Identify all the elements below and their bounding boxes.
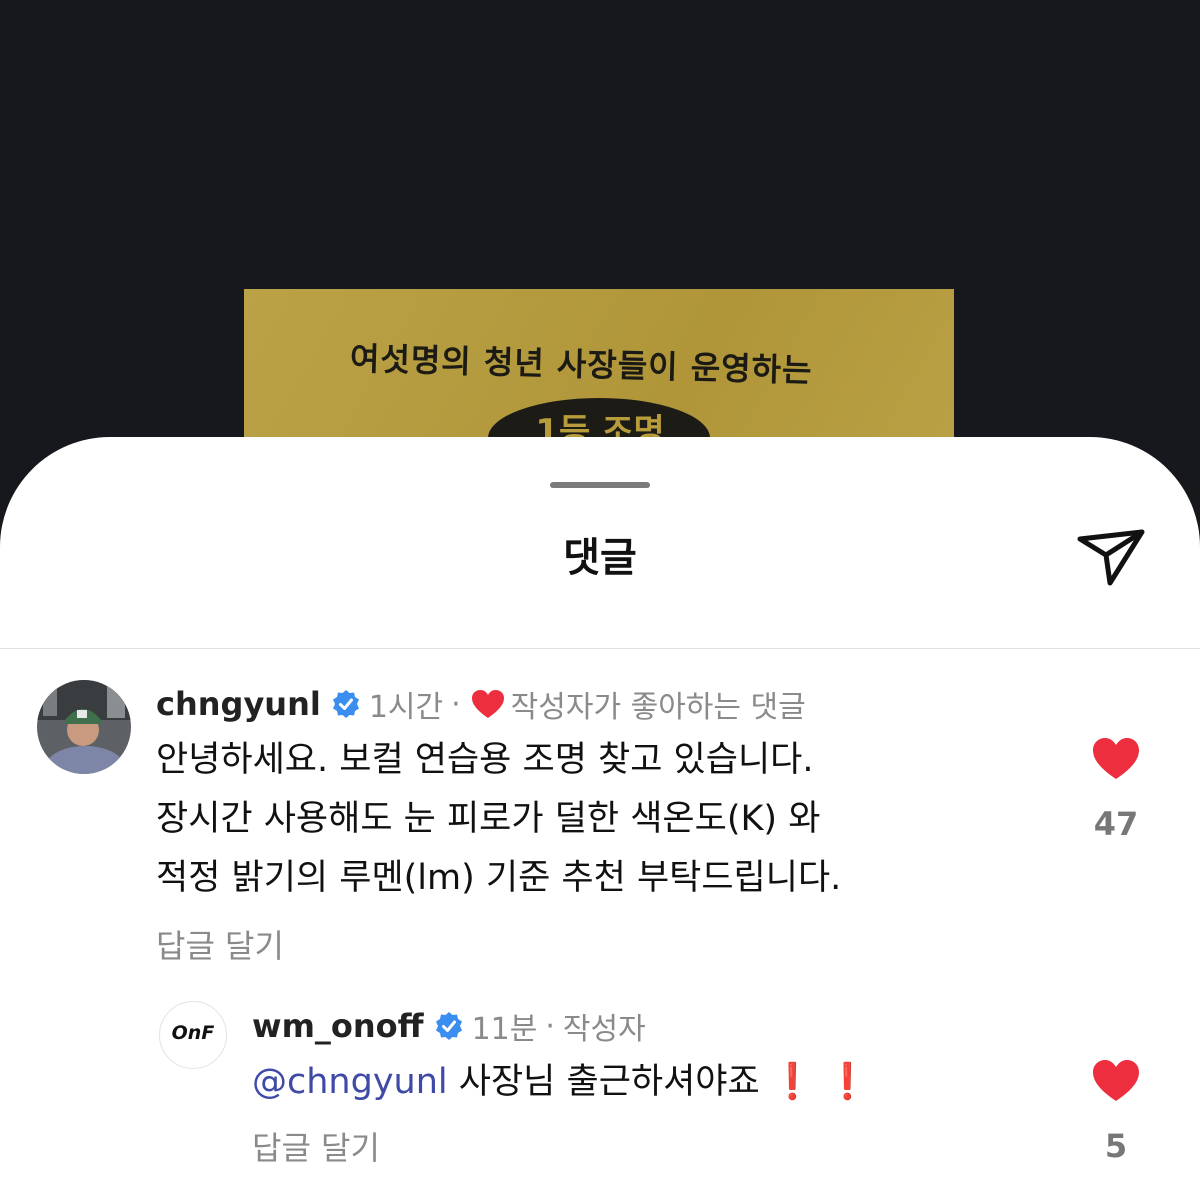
verified-badge-icon bbox=[331, 689, 361, 719]
meta-separator: · bbox=[451, 686, 461, 722]
meta-separator: · bbox=[545, 1008, 555, 1044]
avatar[interactable] bbox=[37, 680, 131, 774]
like-heart-icon[interactable] bbox=[1092, 1059, 1140, 1103]
liked-by-author-label: 작성자가 좋아하는 댓글 bbox=[510, 690, 806, 725]
comment-username[interactable]: wm_onoff bbox=[252, 1007, 424, 1045]
reply-button[interactable]: 답글 달기 bbox=[156, 921, 284, 967]
comment-text: @chngyunl 사장님 출근하셔야죠 ❗ ❗ bbox=[252, 1053, 869, 1112]
comment-text: 안녕하세요. 보컬 연습용 조명 찾고 있습니다. 장시간 사용해도 눈 피로가… bbox=[156, 731, 841, 908]
mention-link[interactable]: @chngyunl bbox=[252, 1062, 448, 1102]
exclamation-emoji: ❗ bbox=[770, 1062, 815, 1102]
comment-meta: wm_onoff 11분 · 작성자 bbox=[252, 1004, 646, 1048]
comments-sheet: 댓글 chngyunl 1시간 · 작성자가 좋아하는 댓글 안녕하세요. 보컬… bbox=[0, 437, 1200, 1187]
comment-time: 11분 bbox=[471, 1012, 538, 1047]
like-heart-icon[interactable] bbox=[1092, 737, 1140, 781]
send-icon[interactable] bbox=[1076, 523, 1146, 593]
header-divider bbox=[0, 648, 1200, 649]
reply-button[interactable]: 답글 달기 bbox=[252, 1123, 380, 1169]
like-count: 47 bbox=[1093, 805, 1139, 843]
comment-time: 1시간 bbox=[368, 690, 444, 725]
comment-text-line: 안녕하세요. 보컬 연습용 조명 찾고 있습니다. bbox=[156, 740, 814, 780]
comment-username[interactable]: chngyunl bbox=[156, 685, 321, 723]
like-count: 5 bbox=[1104, 1127, 1128, 1165]
comment-text-line: 장시간 사용해도 눈 피로가 덜한 색온도(K) 와 bbox=[156, 799, 821, 839]
author-label: 작성자 bbox=[562, 1012, 646, 1047]
sheet-title: 댓글 bbox=[563, 535, 637, 581]
avatar-logo-text: OnF bbox=[171, 1022, 215, 1044]
verified-badge-icon bbox=[434, 1011, 464, 1041]
exclamation-emoji: ❗ bbox=[825, 1062, 870, 1102]
avatar[interactable]: OnF bbox=[159, 1001, 227, 1069]
heart-icon bbox=[471, 689, 505, 719]
comment-meta: chngyunl 1시간 · 작성자가 좋아하는 댓글 bbox=[156, 682, 806, 726]
comment-text-body: 사장님 출근하셔야죠 bbox=[458, 1062, 760, 1102]
comment-text-line: 적정 밝기의 루멘(lm) 기준 추천 부탁드립니다. bbox=[156, 858, 842, 898]
sheet-drag-handle[interactable] bbox=[550, 482, 650, 488]
